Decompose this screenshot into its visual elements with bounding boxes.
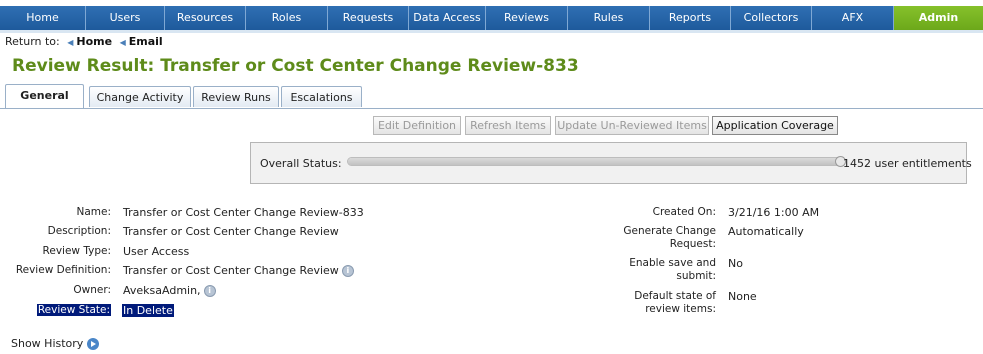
tab-change-activity[interactable]: Change Activity [89, 86, 191, 107]
nav-home[interactable]: Home [0, 6, 86, 30]
refresh-items-button[interactable]: Refresh Items [465, 116, 551, 135]
page-title: Review Result: Transfer or Cost Center C… [12, 56, 579, 76]
tab-divider [0, 108, 983, 109]
tab-escalations[interactable]: Escalations [281, 86, 362, 107]
nav-roles[interactable]: Roles [246, 6, 328, 30]
default-state-value: None [728, 290, 757, 303]
name-label: Name: [76, 206, 111, 218]
review-definition-label: Review Definition: [15, 264, 111, 276]
show-history-label: Show History [11, 337, 84, 350]
review-state-label: Review State: [36, 304, 111, 317]
review-type-label: Review Type: [42, 245, 111, 257]
name-value: Transfer or Cost Center Change Review-83… [123, 206, 364, 219]
nav-requests[interactable]: Requests [328, 6, 409, 30]
generate-change-request-value: Automatically [728, 225, 804, 238]
nav-data-access[interactable]: Data Access [409, 6, 486, 30]
overall-status-panel: Overall Status: 1452 user entitlements [250, 142, 972, 184]
review-definition-value: Transfer or Cost Center Change Review [123, 264, 339, 277]
review-type-value: User Access [123, 245, 190, 258]
description-label: Description: [47, 225, 111, 237]
edit-definition-button[interactable]: Edit Definition [373, 116, 461, 135]
created-on-label: Created On: [652, 206, 716, 218]
owner-label: Owner: [73, 284, 111, 296]
nav-admin[interactable]: Admin [894, 6, 983, 30]
generate-change-request-label: Generate Change Request: [623, 225, 716, 250]
nav-reviews[interactable]: Reviews [486, 6, 568, 30]
enable-save-submit-label: Enable save and submit: [629, 257, 716, 282]
play-icon[interactable] [87, 338, 100, 350]
overall-status-value: 1452 user entitlements [843, 157, 972, 170]
nav-reports[interactable]: Reports [650, 6, 731, 30]
description-value: Transfer or Cost Center Change Review [123, 225, 339, 238]
review-state-value-wrap: In Delete [122, 304, 174, 317]
info-icon[interactable]: i [203, 285, 216, 297]
application-coverage-button[interactable]: Application Coverage [712, 116, 838, 135]
tab-review-runs[interactable]: Review Runs [193, 86, 279, 107]
progress-fill [348, 158, 842, 165]
owner-row: AveksaAdmin, i [123, 284, 216, 297]
review-definition-row: Transfer or Cost Center Change Review i [123, 264, 354, 277]
nav-resources[interactable]: Resources [165, 6, 246, 30]
review-state-value: In Delete [122, 304, 174, 317]
left-arrow-icon: ◀ [119, 38, 126, 47]
breadcrumb-home-link[interactable]: Home [76, 35, 112, 48]
tab-general[interactable]: General [5, 84, 84, 108]
created-on-value: 3/21/16 1:00 AM [728, 206, 820, 219]
top-nav: Home Users Resources Roles Requests Data… [0, 6, 983, 30]
nav-collectors[interactable]: Collectors [731, 6, 812, 30]
breadcrumb-email-link[interactable]: Email [129, 35, 163, 48]
breadcrumb-prefix: Return to: [5, 35, 60, 48]
left-arrow-icon: ◀ [67, 38, 74, 47]
nav-subbar [0, 30, 983, 33]
enable-save-submit-value: No [728, 257, 743, 270]
nav-users[interactable]: Users [86, 6, 165, 30]
overall-status-label: Overall Status: [260, 157, 342, 170]
breadcrumb: Return to: ◀ Home ◀ Email [5, 35, 163, 48]
owner-value: AveksaAdmin, [123, 284, 201, 297]
info-icon[interactable]: i [341, 265, 354, 277]
update-unreviewed-items-button[interactable]: Update Un-Reviewed Items [555, 116, 709, 135]
show-history-link[interactable]: Show History [11, 337, 100, 350]
nav-afx[interactable]: AFX [812, 6, 894, 30]
default-state-label: Default state of review items: [634, 290, 716, 315]
overall-status-progress [347, 156, 846, 167]
review-state-label-text: Review State: [36, 304, 111, 316]
nav-rules[interactable]: Rules [568, 6, 650, 30]
